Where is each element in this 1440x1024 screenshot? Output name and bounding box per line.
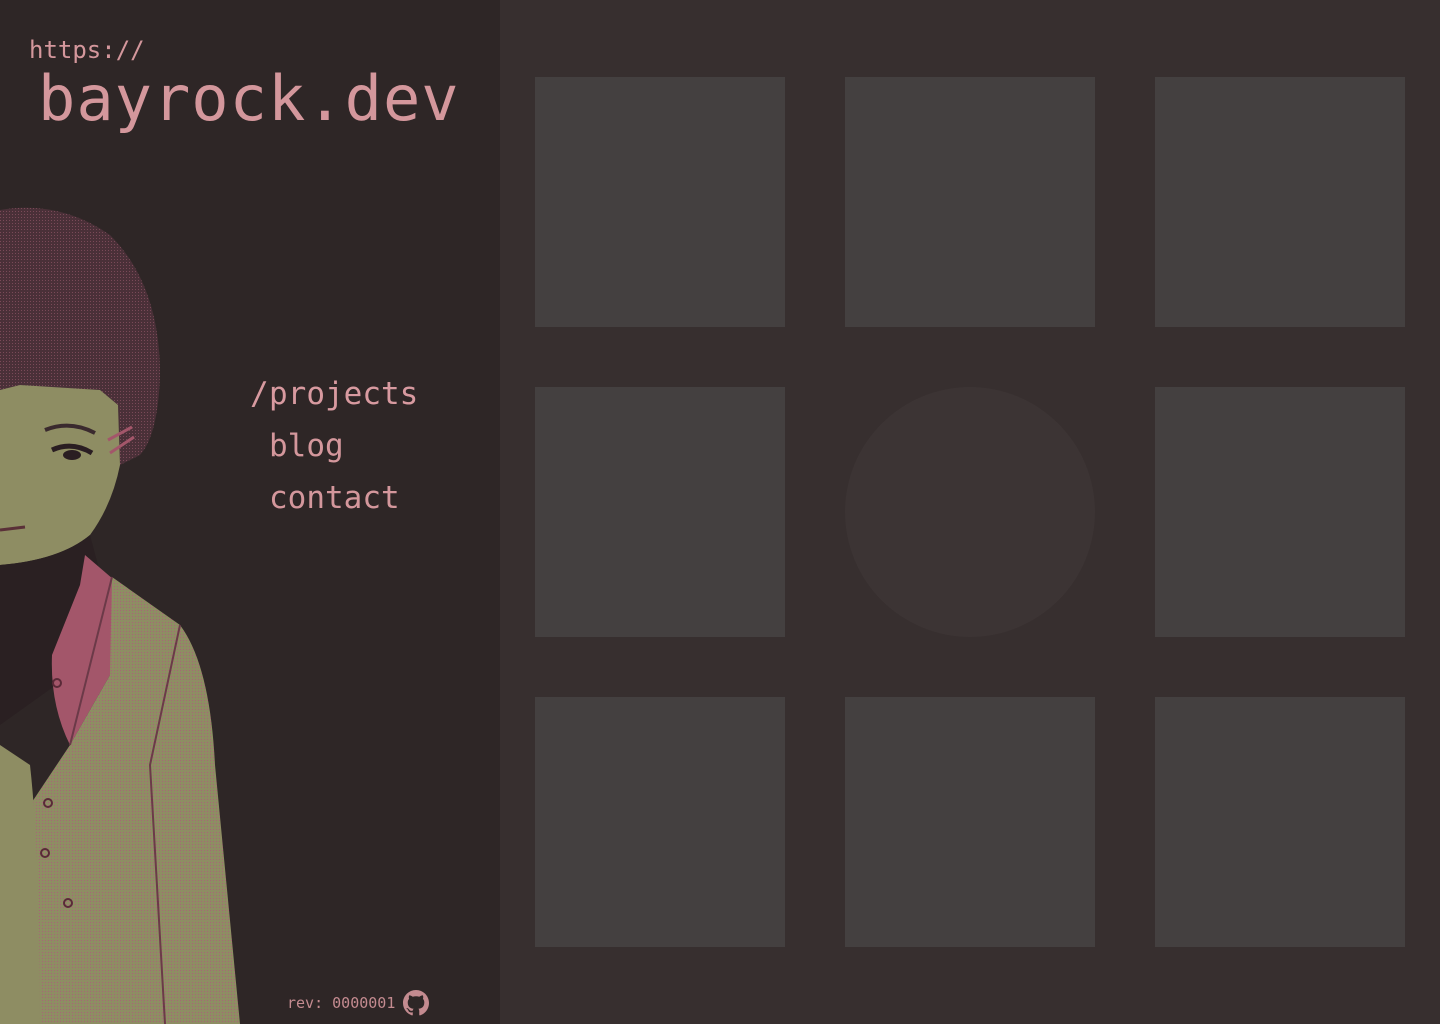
nav-item-label: blog [269, 428, 344, 464]
nav-item-label: contact [269, 480, 400, 516]
github-icon[interactable] [403, 990, 430, 1016]
sidebar: https:// bayrock.dev /projects blog cont… [0, 0, 500, 1024]
footer: rev: 0000001 [287, 990, 430, 1016]
revision-label: rev: 0000001 [287, 994, 396, 1012]
projects-grid [500, 0, 1440, 1024]
nav-item-contact[interactable]: contact [250, 472, 418, 524]
nav-active-marker: / [250, 376, 269, 412]
project-tile[interactable] [845, 77, 1095, 327]
url-protocol: https:// [29, 36, 145, 64]
main-nav: /projects blog contact [250, 368, 418, 524]
site-title[interactable]: bayrock.dev [38, 62, 460, 135]
project-tile[interactable] [535, 387, 785, 637]
project-tile[interactable] [845, 697, 1095, 947]
project-tile[interactable] [535, 77, 785, 327]
nav-item-blog[interactable]: blog [250, 420, 418, 472]
anime-character-portrait-icon [0, 207, 240, 1024]
nav-item-projects[interactable]: /projects [250, 368, 418, 420]
project-tile[interactable] [1155, 387, 1405, 637]
project-tile-circle[interactable] [845, 387, 1095, 637]
project-tile[interactable] [1155, 77, 1405, 327]
nav-item-label: projects [269, 376, 419, 412]
project-tile[interactable] [535, 697, 785, 947]
project-tile[interactable] [1155, 697, 1405, 947]
